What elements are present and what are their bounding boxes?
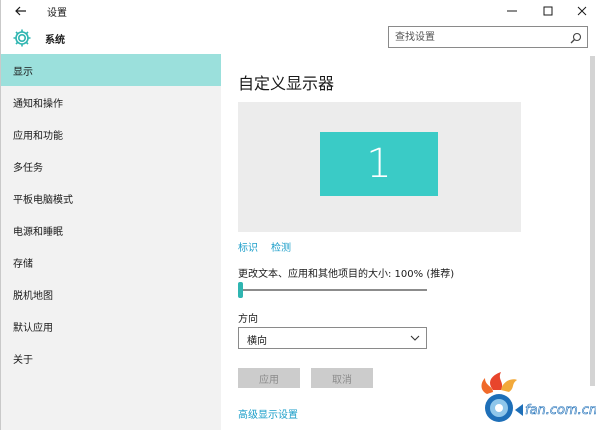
search-box[interactable] <box>388 26 588 48</box>
sidebar-item-storage[interactable]: 存储 <box>1 246 221 278</box>
cancel-button[interactable]: 取消 <box>311 368 373 388</box>
scrollbar[interactable] <box>586 54 600 430</box>
sidebar-item-multitasking[interactable]: 多任务 <box>1 150 221 182</box>
sidebar-item-notifications[interactable]: 通知和操作 <box>1 86 221 118</box>
orientation-value: 横向 <box>247 336 267 347</box>
monitor-number: 1 <box>366 141 392 187</box>
scale-slider-thumb[interactable] <box>238 282 243 298</box>
section-title: 系统 <box>45 35 65 46</box>
scale-slider-track[interactable] <box>240 289 427 291</box>
sidebar-item-label: 多任务 <box>13 163 43 174</box>
sidebar-item-display[interactable]: 显示 <box>1 54 221 86</box>
advanced-display-settings-link[interactable]: 高级显示设置 <box>238 406 298 421</box>
sidebar-item-label: 平板电脑模式 <box>13 195 73 206</box>
minimize-button[interactable] <box>495 0 529 22</box>
sidebar-item-default-apps[interactable]: 默认应用 <box>1 310 221 342</box>
sidebar-item-label: 关于 <box>13 355 33 366</box>
sidebar-item-label: 应用和功能 <box>13 131 63 142</box>
display-preview: 1 <box>238 102 521 232</box>
sidebar-item-tablet-mode[interactable]: 平板电脑模式 <box>1 182 221 214</box>
sidebar-item-power-sleep[interactable]: 电源和睡眠 <box>1 214 221 246</box>
gear-icon <box>11 27 33 49</box>
main-content: 自定义显示器 1 标识 检测 更改文本、应用和其他项目的大小: 100% (推荐… <box>221 54 586 430</box>
window-title: 设置 <box>47 8 67 19</box>
sidebar-item-label: 显示 <box>13 67 33 78</box>
search-input[interactable] <box>395 29 565 45</box>
sidebar-item-label: 脱机地图 <box>13 291 53 302</box>
sidebar-item-label: 默认应用 <box>13 323 53 334</box>
maximize-button[interactable] <box>531 0 565 22</box>
settings-window: 设置 系统 查找设置 显示 通知和操作 应用和功能 多任务 平板电脑模式 电源和… <box>0 0 600 430</box>
sidebar-item-apps[interactable]: 应用和功能 <box>1 118 221 150</box>
sidebar-item-offline-maps[interactable]: 脱机地图 <box>1 278 221 310</box>
apply-button[interactable]: 应用 <box>238 368 300 388</box>
settings-header: 系统 <box>1 22 600 54</box>
page-title: 自定义显示器 <box>238 74 335 93</box>
scale-label: 更改文本、应用和其他项目的大小: 100% (推荐) <box>238 269 455 280</box>
sidebar-item-label: 存储 <box>13 259 33 270</box>
sidebar-item-label: 电源和睡眠 <box>13 227 63 238</box>
sidebar-item-label: 通知和操作 <box>13 99 63 110</box>
orientation-select[interactable]: 横向 <box>238 327 427 349</box>
sidebar: 显示 通知和操作 应用和功能 多任务 平板电脑模式 电源和睡眠 存储 脱机地图 … <box>1 54 221 430</box>
sidebar-item-about[interactable]: 关于 <box>1 342 221 374</box>
back-button[interactable] <box>9 2 33 20</box>
back-arrow-icon <box>15 6 26 16</box>
minimize-icon <box>507 10 517 12</box>
orientation-label: 方向 <box>238 314 258 325</box>
maximize-icon <box>543 6 553 16</box>
close-icon <box>577 6 587 16</box>
title-bar: 设置 <box>1 0 600 22</box>
scrollbar-thumb[interactable] <box>590 56 595 386</box>
monitor-tile[interactable]: 1 <box>320 132 438 196</box>
detect-link[interactable]: 检测 <box>271 239 291 254</box>
close-button[interactable] <box>565 0 599 22</box>
identify-link[interactable]: 标识 <box>238 239 258 254</box>
chevron-down-icon <box>410 335 420 341</box>
search-icon[interactable] <box>569 30 583 44</box>
